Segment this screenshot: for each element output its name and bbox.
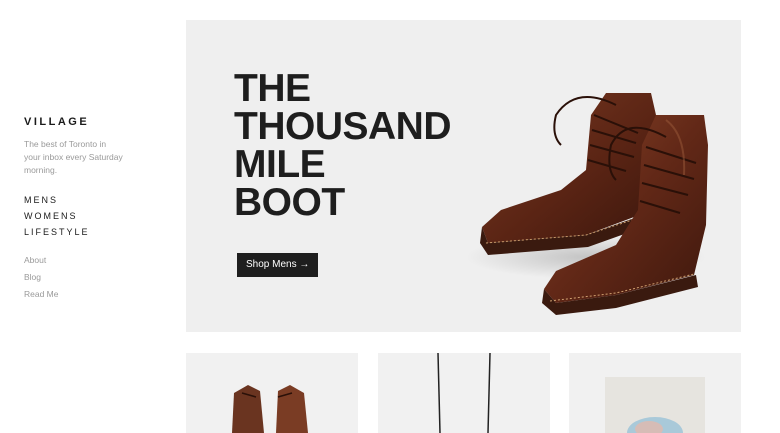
nav-item-womens[interactable]: WOMENS <box>24 211 144 221</box>
nav-item-about[interactable]: About <box>24 255 144 265</box>
main-nav: MENS WOMENS LIFESTYLE <box>24 195 144 237</box>
hero-title-line: MILE <box>234 143 326 186</box>
nav-item-blog[interactable]: Blog <box>24 272 144 282</box>
product-card[interactable] <box>569 353 741 433</box>
shop-mens-button[interactable]: Shop Mens → <box>237 253 319 277</box>
boots-image <box>466 93 708 315</box>
art-print-image <box>605 377 705 433</box>
nav-item-mens[interactable]: MENS <box>24 195 144 205</box>
hero-title-line: THOUSAND <box>234 105 452 148</box>
secondary-nav: About Blog Read Me <box>24 255 144 299</box>
hero-banner: THE THOUSAND MILE BOOT Shop Mens → <box>186 20 741 332</box>
site-logo[interactable]: VILLAGE <box>24 116 144 128</box>
nav-item-read-me[interactable]: Read Me <box>24 289 144 299</box>
sidebar: VILLAGE The best of Toronto in your inbo… <box>24 116 144 306</box>
hero-title: THE THOUSAND MILE BOOT <box>234 67 452 224</box>
hero-title-line: BOOT <box>234 181 345 224</box>
nav-item-lifestyle[interactable]: LIFESTYLE <box>24 227 144 237</box>
product-card[interactable] <box>186 353 358 433</box>
product-card[interactable] <box>378 353 550 433</box>
site-tagline: The best of Toronto in your inbox every … <box>24 139 123 175</box>
hero-title-line: THE <box>234 67 311 110</box>
necklace-image <box>437 353 491 433</box>
brown-shoes-image <box>232 385 308 433</box>
